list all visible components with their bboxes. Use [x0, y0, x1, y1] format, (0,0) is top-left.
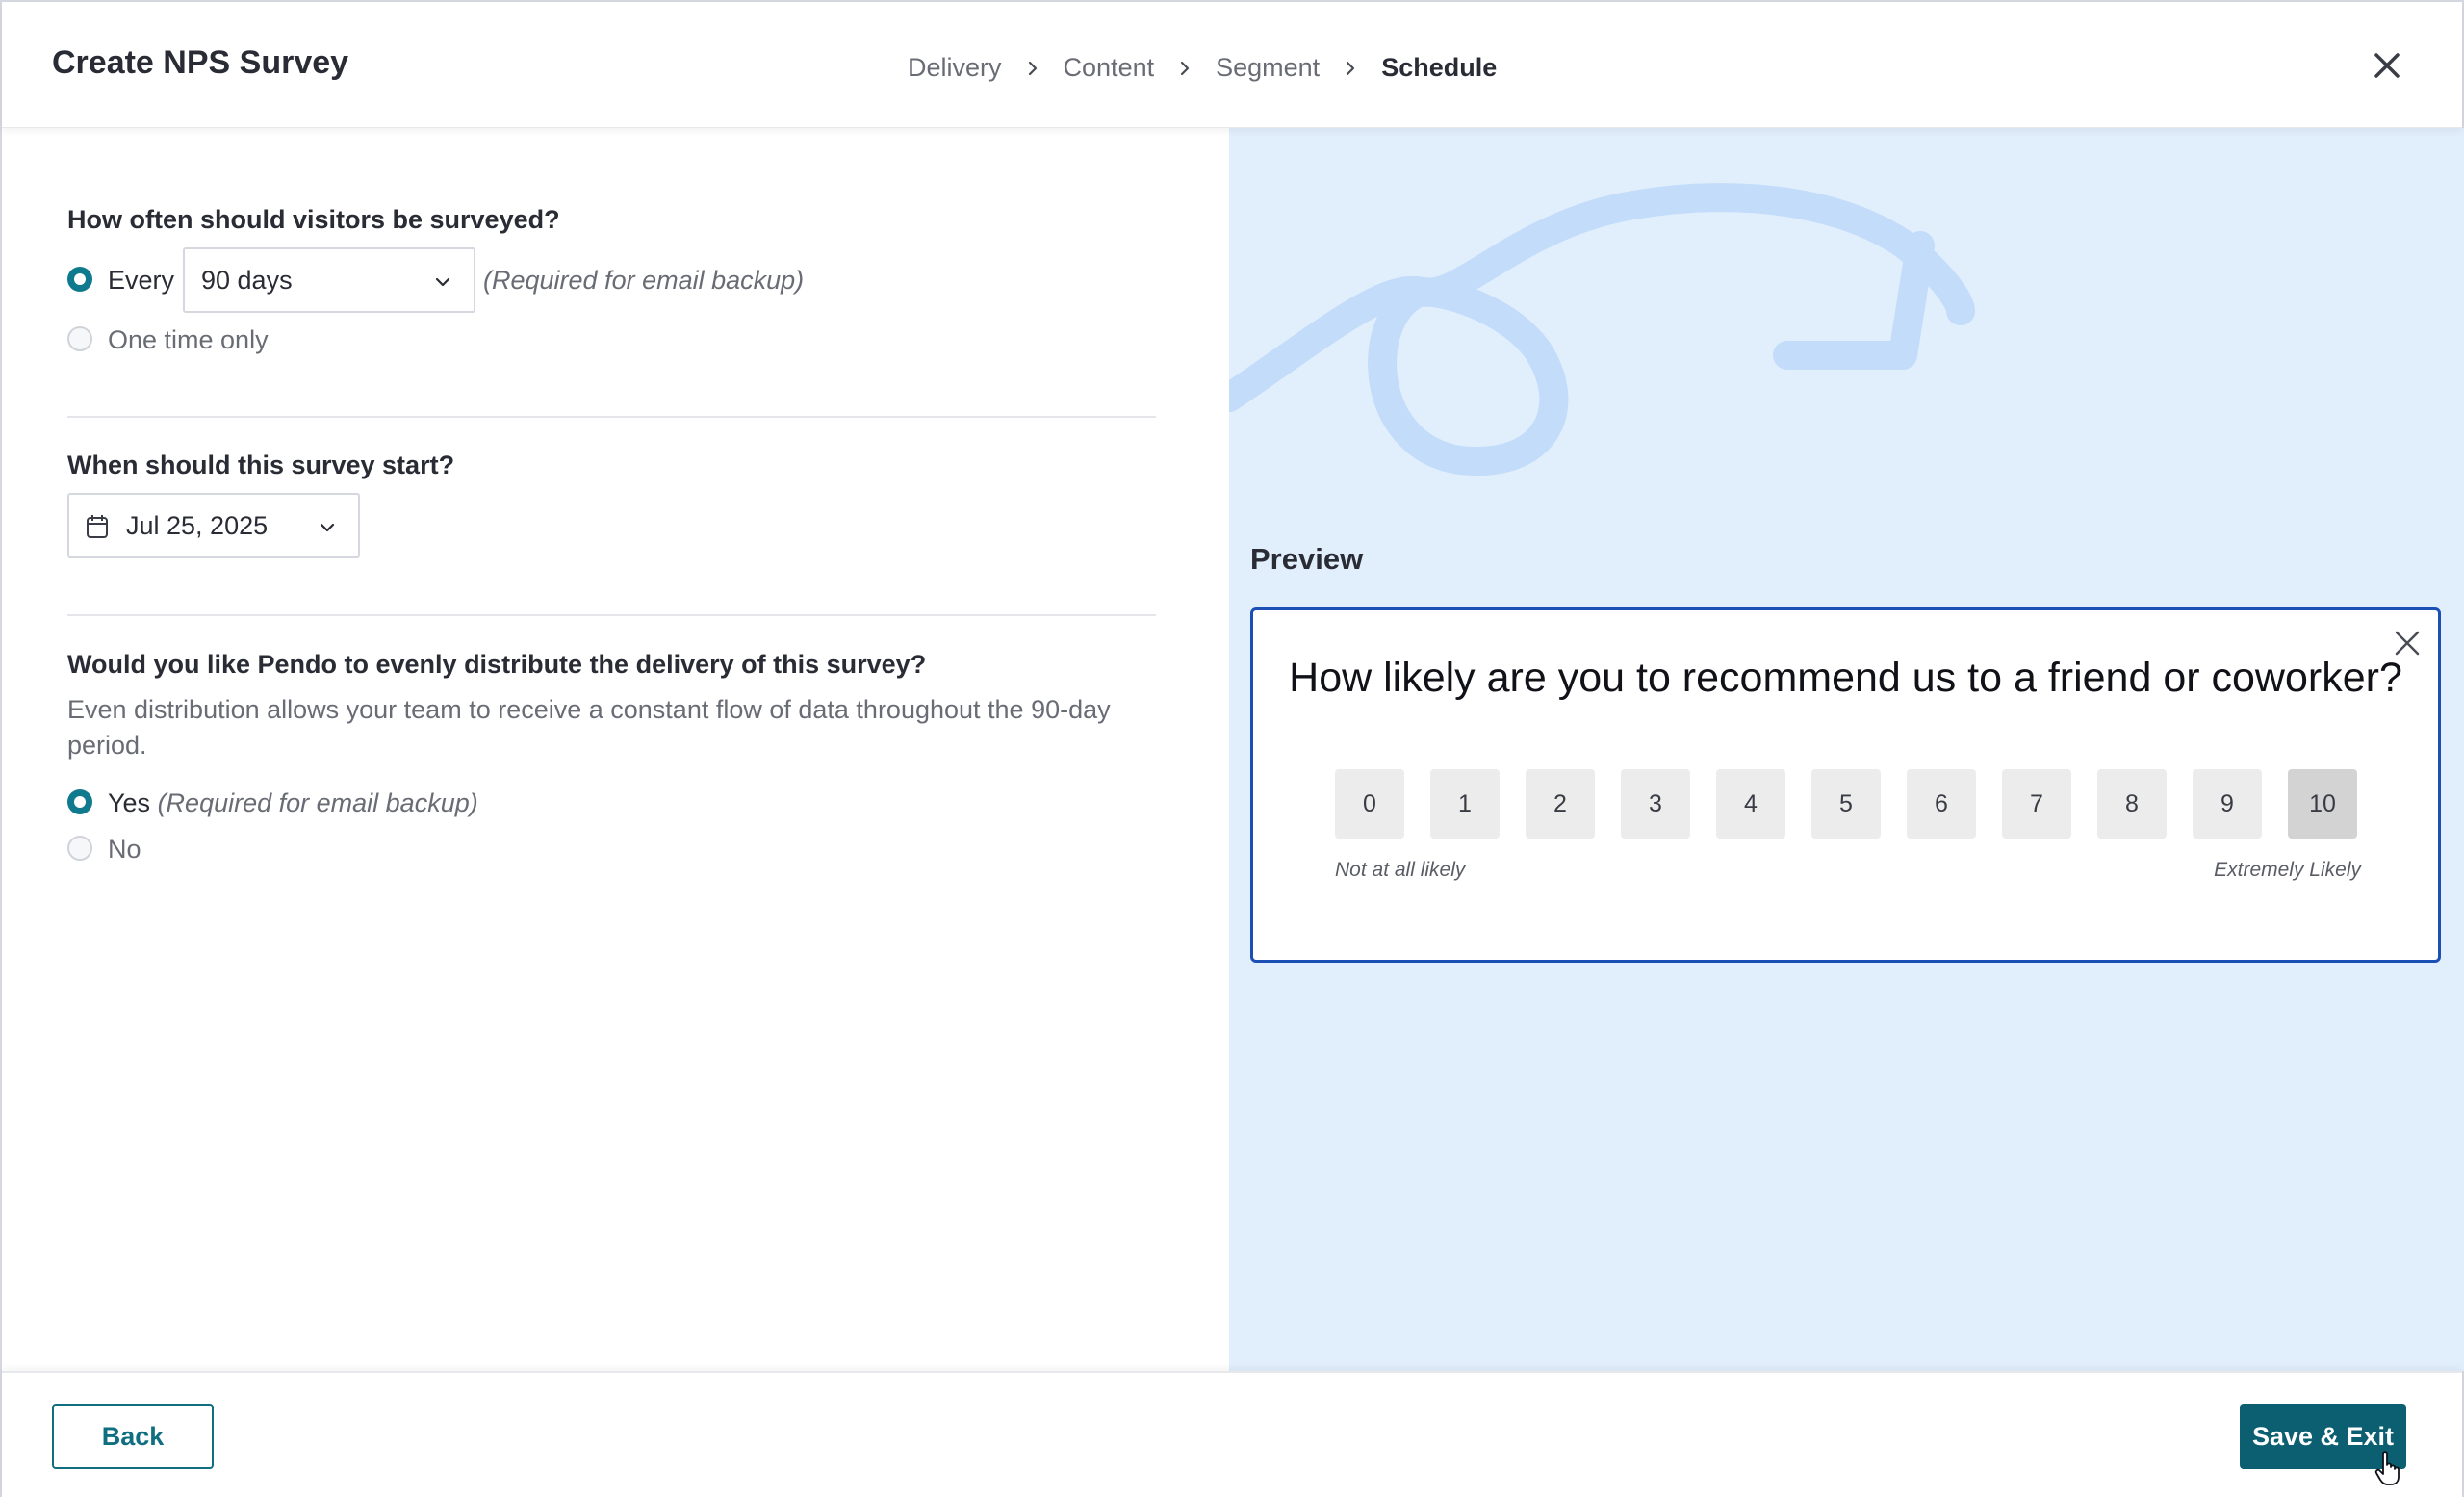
yes-label: Yes [108, 788, 151, 817]
step-segment[interactable]: Segment [1216, 53, 1320, 83]
start-date-picker[interactable]: Jul 25, 2025 [67, 493, 360, 558]
step-content[interactable]: Content [1064, 53, 1155, 83]
interval-select[interactable]: 90 days [183, 247, 475, 313]
score-button-10[interactable]: 10 [2288, 769, 2357, 839]
chevron-down-icon [320, 523, 335, 532]
score-button-2[interactable]: 2 [1526, 769, 1595, 839]
nps-question: How likely are you to recommend us to a … [1289, 655, 2402, 701]
distribution-description: Even distribution allows your team to re… [67, 695, 1111, 760]
chevron-right-icon [1002, 53, 1064, 83]
score-button-1[interactable]: 1 [1430, 769, 1500, 839]
section-divider [67, 416, 1156, 418]
chevron-right-icon [1320, 53, 1381, 83]
chevron-right-icon [1154, 53, 1216, 83]
radio-one-time[interactable] [67, 326, 92, 351]
score-button-3[interactable]: 3 [1621, 769, 1690, 839]
no-label: No [108, 835, 141, 864]
score-button-8[interactable]: 8 [2097, 769, 2167, 839]
radio-no[interactable] [67, 836, 92, 861]
decorative-arrow-doodle [1229, 183, 1975, 477]
score-button-0[interactable]: 0 [1335, 769, 1404, 839]
schedule-form: How often should visitors be surveyed? E… [2, 128, 1229, 1371]
one-time-label: One time only [108, 325, 269, 354]
score-button-4[interactable]: 4 [1716, 769, 1785, 839]
score-button-7[interactable]: 7 [2002, 769, 2071, 839]
yes-note: (Required for email backup) [157, 788, 478, 817]
chevron-down-icon [435, 277, 450, 287]
interval-value: 90 days [201, 265, 293, 295]
preview-pane: Preview How likely are you to recommend … [1229, 128, 2464, 1371]
start-question: When should this survey start? [67, 451, 455, 479]
score-button-6[interactable]: 6 [1907, 769, 1976, 839]
modal-header: Create NPS Survey Delivery Content Segme… [2, 2, 2462, 128]
score-button-5[interactable]: 5 [1811, 769, 1881, 839]
every-label: Every [108, 266, 175, 295]
yes-option: Yes (Required for email backup) [108, 788, 478, 818]
radio-every[interactable] [67, 267, 92, 292]
step-delivery[interactable]: Delivery [908, 53, 1002, 83]
modal-footer: Back Save & Exit [2, 1371, 2462, 1497]
step-breadcrumb: Delivery Content Segment Schedule [908, 48, 1497, 87]
every-note: (Required for email backup) [483, 266, 805, 295]
survey-modal: Create NPS Survey Delivery Content Segme… [0, 0, 2464, 1497]
distribution-question: Would you like Pendo to evenly distribut… [67, 650, 927, 679]
calendar-icon [87, 515, 108, 538]
scale-high-label: Extremely Likely [2214, 859, 2361, 881]
nps-preview-card: How likely are you to recommend us to a … [1250, 607, 2441, 963]
preview-label: Preview [1250, 542, 1364, 576]
score-button-9[interactable]: 9 [2193, 769, 2262, 839]
scale-low-label: Not at all likely [1335, 859, 1466, 881]
back-button[interactable]: Back [52, 1404, 214, 1469]
close-icon[interactable] [2372, 50, 2402, 81]
frequency-question: How often should visitors be surveyed? [67, 205, 560, 234]
nps-scale: 0 1 2 3 4 5 6 7 8 9 10 [1335, 769, 2357, 839]
hand-pointer-icon [2374, 1451, 2400, 1485]
start-date-value: Jul 25, 2025 [126, 510, 269, 540]
step-schedule[interactable]: Schedule [1381, 53, 1497, 83]
modal-title: Create NPS Survey [52, 44, 349, 81]
section-divider [67, 614, 1156, 616]
radio-yes[interactable] [67, 789, 92, 814]
